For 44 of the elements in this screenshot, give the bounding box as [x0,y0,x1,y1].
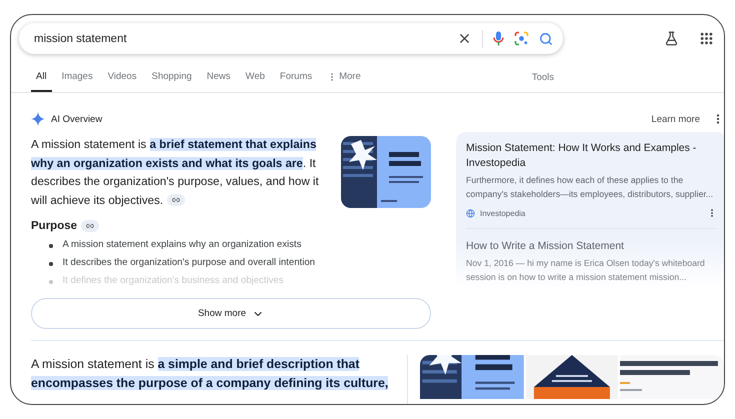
tab[interactable]: Videos [102,71,142,92]
show-more-button[interactable]: Show more [31,298,431,329]
microphone-icon[interactable] [493,31,504,46]
search-field[interactable]: mission statement [32,32,447,46]
globe-icon [466,208,475,218]
tab[interactable]: Shopping [146,71,197,92]
tab[interactable]: More [322,71,366,92]
tab-label: More [339,71,361,82]
tab-label: Web [246,71,265,82]
source-name: Investopedia [480,208,526,218]
tab-label: Videos [108,71,137,82]
tab-label: Images [62,71,93,82]
apps-icon[interactable] [699,31,714,46]
tab[interactable]: News [202,71,236,92]
tab-label: All [36,71,47,82]
bullet-text: It describes the organization's purpose and overall intention [62,256,315,270]
source-title[interactable]: How to Write a Mission Statement [466,239,717,254]
learn-more-link[interactable]: Learn more [651,114,700,124]
tab[interactable]: All [31,71,52,92]
tab-label: Shopping [152,71,192,82]
bullet-icon [49,280,52,284]
search-icon[interactable] [539,32,553,46]
link-icon[interactable] [81,220,100,232]
tab[interactable]: Images [56,71,98,92]
result-text: A mission statement is a simple and brief description that encompasses the purpose of a company defining its culture, [31,356,390,392]
sparkle-icon [31,112,45,126]
source-title[interactable]: Mission Statement: How It Works and Examples - Investopedia [466,141,717,171]
tab-label: Forums [280,71,312,82]
bullet-icon [49,262,52,266]
camera-icon[interactable] [514,31,529,46]
section-title: AI Overview [51,114,102,124]
tools-tab[interactable]: Tools [532,72,554,92]
flask-icon[interactable] [664,31,679,46]
source-snippet: Furthermore, it defines how each of these applies to the company's stakeholders—its employees, distributors, supplier... [466,174,714,201]
subheading: Purpose [31,220,78,232]
bullet-icon [49,244,52,248]
bullet-text: A mission statement explains why an organization exists [62,238,302,252]
link-icon[interactable] [167,194,186,206]
source-snippet: Nov 1, 2016 — hi my name is Erica Olsen today's whiteboard session is on how to write a mission statement mission... [466,257,706,284]
tab[interactable]: Web [240,71,270,92]
overview-text: A mission statement is a brief statement that explains why an organization exists and what its goals are. It describes the organization's purpose, values, and how it will achieve its objectives. [31,137,320,208]
tab[interactable]: Forums [274,71,318,92]
tab-label: News [206,71,231,82]
close-icon[interactable] [457,31,472,46]
